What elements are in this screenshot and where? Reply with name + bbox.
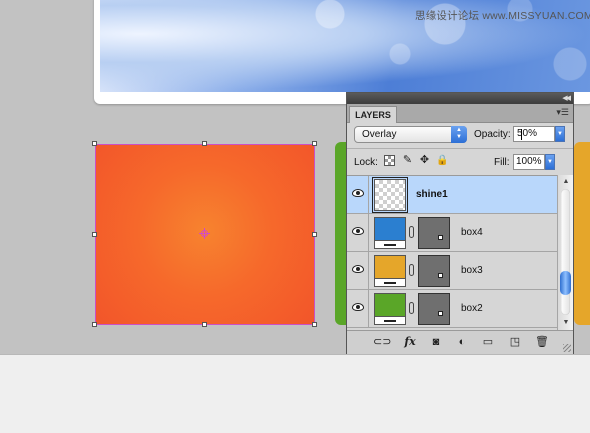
transform-handle-top-left[interactable] (92, 141, 97, 146)
chain-link-icon[interactable] (409, 302, 414, 314)
add-mask-icon[interactable]: ◙ (429, 336, 443, 348)
fill-input[interactable]: 100% (513, 154, 545, 170)
layer-row-shine1[interactable]: shine1 (347, 176, 557, 214)
lock-all-icon[interactable]: 🔒 (436, 154, 449, 167)
divider (347, 148, 573, 149)
layer-row-box2[interactable]: box2 (347, 290, 557, 328)
eye-icon (352, 189, 364, 197)
link-layers-icon[interactable]: ⊂⊃ (373, 336, 391, 348)
collapse-panel-icon[interactable]: ◀◀ (562, 94, 571, 103)
text-caret (521, 129, 522, 140)
panel-menu-icon[interactable]: ▾☰ (556, 108, 569, 117)
layer-name: shine1 (416, 189, 448, 200)
transform-handle-top-center[interactable] (202, 141, 207, 146)
fill-value: 100% (516, 156, 542, 167)
group-folder-icon[interactable]: ▭ (481, 336, 495, 348)
visibility-toggle[interactable] (347, 252, 369, 289)
fill-swatch (375, 256, 405, 278)
canvas-bottom-edge (0, 354, 590, 355)
scroll-down-arrow-icon[interactable]: ▼ (561, 318, 571, 328)
transform-handle-top-right[interactable] (312, 141, 317, 146)
scroll-thumb[interactable] (560, 271, 571, 295)
scroll-up-arrow-icon[interactable]: ▲ (561, 177, 571, 187)
lock-position-move-icon[interactable]: ✥ (418, 154, 431, 167)
transform-handle-middle-right[interactable] (312, 232, 317, 237)
watermark-text: 思缘设计论坛 www.MISSYUAN.COM (415, 10, 590, 22)
blend-mode-select[interactable]: Overlay ▲ ▼ (354, 126, 467, 143)
layers-panel: ◀◀ LAYERS ▾☰ Overlay ▲ ▼ Opacity: 50% ▼ L… (346, 92, 574, 354)
adjustment-layer-icon[interactable]: ◐ (455, 336, 469, 348)
fill-dropdown-button[interactable]: ▼ (545, 154, 555, 170)
chain-link-icon[interactable] (409, 226, 414, 238)
layers-bottom-toolbar: ⊂⊃ fx ◙ ◐ ▭ ◳ 🗑 (347, 330, 573, 354)
updown-arrows-icon: ▲ ▼ (451, 126, 467, 143)
opacity-value: 50% (517, 128, 538, 139)
layer-thumbnail[interactable] (374, 217, 406, 249)
fill-swatch (375, 218, 405, 240)
opacity-dropdown-button[interactable]: ▼ (555, 126, 565, 142)
blend-mode-value: Overlay (362, 129, 397, 140)
fill-label: Fill: (494, 157, 510, 168)
layer-name: box3 (461, 265, 483, 276)
selected-thumb-frame (372, 177, 408, 213)
transform-center-point-icon[interactable] (199, 228, 210, 239)
layer-row-box3[interactable]: box3 (347, 252, 557, 290)
layer-row-box4[interactable]: box4 (347, 214, 557, 252)
layers-scrollbar[interactable]: ▲ ▼ (557, 175, 573, 330)
opacity-input[interactable]: 50% (513, 126, 555, 142)
panel-tab-row: LAYERS ▾☰ (347, 104, 573, 123)
layer-thumbnail[interactable] (374, 255, 406, 287)
vector-mask-thumbnail[interactable] (418, 217, 450, 249)
layer-thumbnail[interactable] (372, 177, 408, 213)
layer-thumbnail[interactable] (374, 293, 406, 325)
vector-mask-thumbnail[interactable] (418, 255, 450, 287)
mask-dot (438, 311, 443, 316)
fill-indicator-bar (375, 316, 405, 324)
fill-swatch (375, 294, 405, 316)
layers-list: shine1 box4 box3 box2 (347, 175, 557, 331)
mask-dot (438, 235, 443, 240)
visibility-toggle[interactable] (347, 176, 369, 213)
trash-icon[interactable]: 🗑 (535, 336, 549, 348)
eye-icon (352, 227, 364, 235)
fill-indicator-bar (375, 240, 405, 248)
transform-handle-middle-left[interactable] (92, 232, 97, 237)
fill-indicator-bar (375, 278, 405, 286)
transform-handle-bottom-left[interactable] (92, 322, 97, 327)
fx-icon[interactable]: fx (401, 336, 419, 348)
opacity-label: Opacity: (474, 129, 511, 140)
yellow-box-shape[interactable] (574, 142, 590, 325)
transform-handle-bottom-right[interactable] (312, 322, 317, 327)
vector-mask-thumbnail[interactable] (418, 293, 450, 325)
scroll-track[interactable] (561, 189, 570, 315)
lock-transparent-pixels-icon[interactable] (384, 155, 395, 166)
panel-titlebar[interactable]: ◀◀ (347, 93, 573, 104)
eye-icon (352, 265, 364, 273)
eye-icon (352, 303, 364, 311)
transform-handle-bottom-center[interactable] (202, 322, 207, 327)
layer-name: box2 (461, 303, 483, 314)
visibility-toggle[interactable] (347, 290, 369, 327)
chain-link-icon[interactable] (409, 264, 414, 276)
lock-label: Lock: (354, 157, 378, 168)
tab-layers[interactable]: LAYERS (349, 106, 397, 123)
visibility-toggle[interactable] (347, 214, 369, 251)
lock-image-pixels-brush-icon[interactable]: ✎ (401, 154, 414, 167)
resize-grip-icon[interactable] (563, 344, 571, 352)
mask-dot (438, 273, 443, 278)
new-layer-icon[interactable]: ◳ (508, 336, 522, 348)
layer-name: box4 (461, 227, 483, 238)
